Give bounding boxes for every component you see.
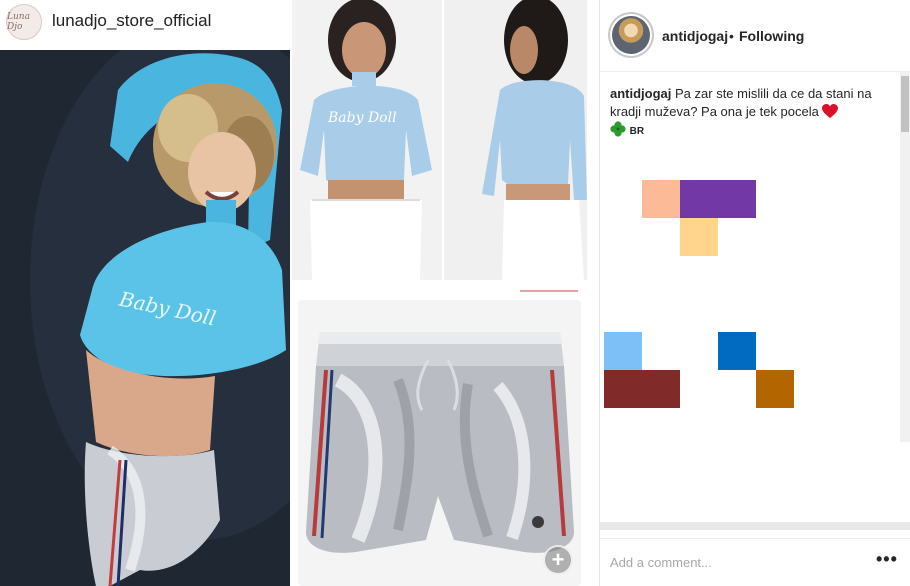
- store-name: lunadjo_store_official: [52, 11, 212, 30]
- caption-username-link[interactable]: antidjogaj: [610, 86, 671, 101]
- color-block-purple: [680, 180, 756, 218]
- post-caption: antidjogaj Pa zar ste mislili da ce da s…: [610, 85, 895, 141]
- caption-scrollbar-thumb[interactable]: [901, 76, 909, 132]
- post-image[interactable]: Luna Djo lunadjo_store_official Baby Dol…: [0, 0, 588, 586]
- color-block-sky: [604, 332, 642, 370]
- color-block-cobalt: [718, 332, 756, 370]
- product-shirt-front: Baby Doll: [292, 0, 442, 280]
- store-logo: Luna Djo: [6, 4, 42, 40]
- clover-icon: [610, 121, 626, 137]
- model-illustration: Baby Doll: [0, 50, 290, 586]
- separator-dot: •: [729, 28, 734, 44]
- shirt-back-illustration: [444, 0, 587, 280]
- color-block-peach: [642, 180, 680, 218]
- avatar-image: [612, 16, 650, 54]
- svg-text:Baby Doll: Baby Doll: [327, 110, 397, 126]
- color-block-sand: [680, 218, 718, 256]
- color-block-ochre: [756, 370, 794, 408]
- comment-bar: •••: [600, 538, 910, 586]
- actions-bar: [600, 522, 910, 530]
- post-side-panel: antidjogaj • Following antidjogaj Pa zar…: [599, 0, 910, 586]
- product-silver-shorts: [298, 300, 581, 586]
- heart-icon: [822, 104, 839, 118]
- more-options-icon[interactable]: •••: [876, 549, 898, 570]
- store-header: Luna Djo lunadjo_store_official: [0, 0, 290, 44]
- avatar[interactable]: [608, 12, 654, 58]
- caption-tag: BR: [629, 126, 645, 137]
- shorts-illustration: [298, 300, 581, 586]
- product-shirt-back: [444, 0, 587, 280]
- model-photo: Baby Doll: [0, 50, 290, 586]
- avatar-inner: [610, 14, 652, 56]
- following-button[interactable]: Following: [739, 28, 804, 44]
- post-header: antidjogaj • Following: [600, 0, 910, 72]
- zoom-plus-icon[interactable]: +: [543, 545, 573, 575]
- comment-input[interactable]: [610, 551, 860, 573]
- post-username-link[interactable]: antidjogaj: [662, 28, 728, 44]
- divider-line: [520, 290, 578, 292]
- color-block-maroon: [604, 370, 680, 408]
- shirt-front-illustration: Baby Doll: [292, 0, 442, 280]
